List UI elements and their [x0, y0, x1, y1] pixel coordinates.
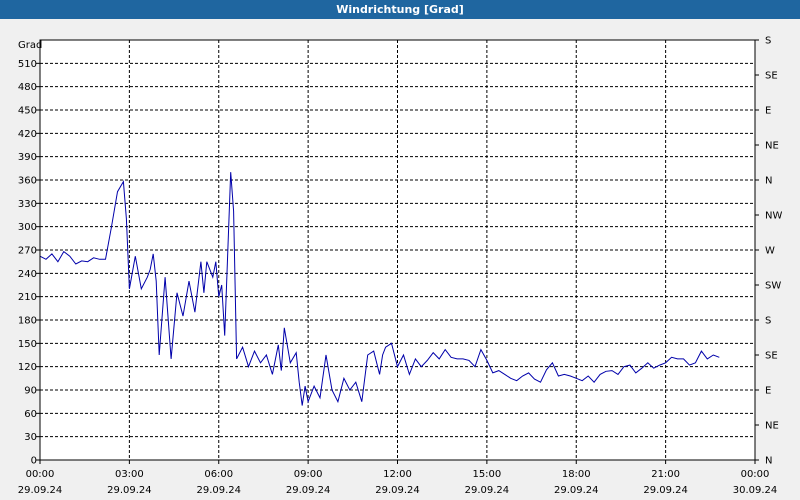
- compass-label: SE: [765, 71, 778, 82]
- x-tick-time: 03:00: [115, 469, 144, 480]
- y-tick-label: 150: [18, 339, 37, 350]
- y-tick-label: 90: [24, 386, 37, 397]
- y-tick-label: 240: [18, 269, 37, 280]
- x-tick-date: 29.09.24: [375, 485, 420, 496]
- x-tick-date: 29.09.24: [554, 485, 599, 496]
- x-tick-time: 09:00: [294, 469, 323, 480]
- x-tick-time: 00:00: [741, 469, 770, 480]
- compass-label: S: [765, 36, 771, 47]
- y-tick-label: 270: [18, 246, 37, 257]
- y-tick-label: 510: [18, 59, 37, 70]
- y-tick-label: 60: [24, 409, 37, 420]
- x-tick-date: 29.09.24: [643, 485, 688, 496]
- y-tick-label: 450: [18, 106, 37, 117]
- x-tick-date: 29.09.24: [286, 485, 331, 496]
- y-tick-label: 180: [18, 316, 37, 327]
- compass-label: NW: [765, 211, 782, 222]
- x-tick-time: 00:00: [26, 469, 55, 480]
- x-axis: 00:00 29.09.24 03:00 29.09.24 06:00 29.09.24 0…: [18, 460, 778, 496]
- y-tick-label: 390: [18, 152, 37, 163]
- x-tick-date: 29.09.24: [18, 485, 63, 496]
- y-tick-label: 0: [31, 456, 37, 467]
- compass-label: NE: [765, 421, 779, 432]
- x-tick-date: 29.09.24: [196, 485, 241, 496]
- x-tick-date: 30.09.24: [733, 485, 778, 496]
- x-tick-time: 18:00: [562, 469, 591, 480]
- compass-label: N: [765, 176, 772, 187]
- compass-label: E: [765, 106, 771, 117]
- compass-label: SW: [765, 281, 781, 292]
- y-tick-label: 300: [18, 222, 37, 233]
- x-tick-time: 06:00: [204, 469, 233, 480]
- x-tick-time: 15:00: [472, 469, 501, 480]
- y-tick-label: 480: [18, 82, 37, 93]
- left-axis: 0 30 60 90 120 150 180 210 240 270 300 330 360 390 420…: [18, 59, 40, 467]
- y-tick-label: 120: [18, 362, 37, 373]
- compass-label: W: [765, 246, 775, 257]
- y-tick-label: 30: [24, 432, 37, 443]
- y-tick-label: 330: [18, 199, 37, 210]
- compass-label: E: [765, 386, 771, 397]
- x-tick-time: 12:00: [383, 469, 412, 480]
- y-tick-label: 420: [18, 129, 37, 140]
- x-tick-date: 29.09.24: [107, 485, 152, 496]
- y-tick-label: 360: [18, 176, 37, 187]
- compass-label: NE: [765, 141, 779, 152]
- compass-label: SE: [765, 351, 778, 362]
- x-tick-date: 29.09.24: [465, 485, 510, 496]
- compass-label: S: [765, 316, 771, 327]
- right-axis: N NE E SE S SW W NW N NE E SE S: [755, 36, 782, 467]
- compass-label: N: [765, 456, 772, 467]
- x-tick-time: 21:00: [651, 469, 680, 480]
- y-tick-label: 210: [18, 292, 37, 303]
- y-axis-label: Grad: [18, 40, 42, 51]
- wind-direction-chart: 0 30 60 90 120 150 180 210 240 270 300 330 360 390 420…: [18, 36, 783, 497]
